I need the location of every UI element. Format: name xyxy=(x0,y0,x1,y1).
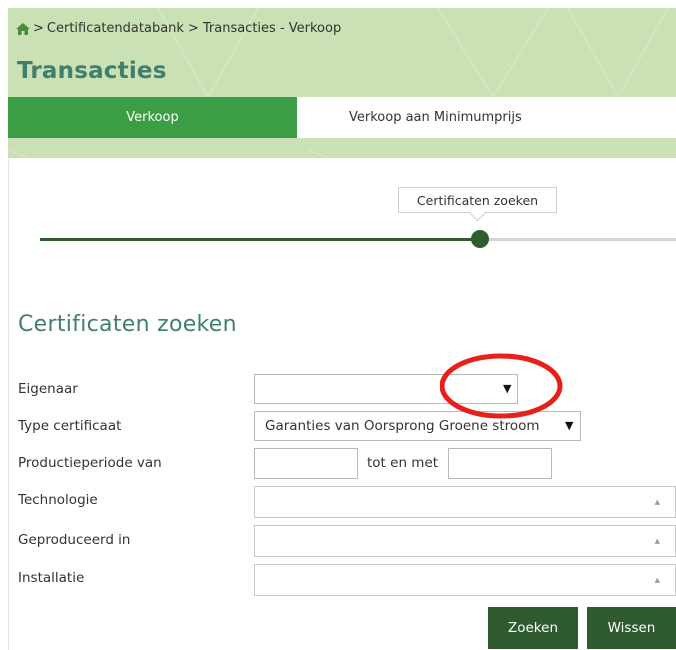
type-certificaat-value: Garanties van Oorsprong Groene stroom xyxy=(265,418,540,434)
section-title: Certificaten zoeken xyxy=(18,312,237,337)
geproduceerd-in-label: Geproduceerd in xyxy=(18,532,131,548)
caret-up-icon: ▲ xyxy=(654,498,660,506)
page-title: Transacties xyxy=(17,58,167,84)
breadcrumb-separator: > xyxy=(187,21,199,36)
content-border xyxy=(8,158,9,650)
geproduceerd-in-multiselect[interactable]: ▲ xyxy=(254,525,676,557)
tot-en-met-label: tot en met xyxy=(367,455,439,471)
tab-verkoop-aan-minimumprijs[interactable]: Verkoop aan Minimumprijs xyxy=(297,97,676,138)
type-certificaat-label: Type certificaat xyxy=(18,418,122,434)
breadcrumb-item-current: Transacties - Verkoop xyxy=(202,21,342,36)
caret-up-icon: ▲ xyxy=(654,576,660,584)
caret-up-icon: ▲ xyxy=(654,537,660,545)
productieperiode-label: Productieperiode van xyxy=(18,455,162,471)
tab-verkoop[interactable]: Verkoop xyxy=(8,97,297,138)
wissen-button[interactable]: Wissen xyxy=(587,607,676,649)
installatie-multiselect[interactable]: ▲ xyxy=(254,564,676,596)
technologie-multiselect[interactable]: ▲ xyxy=(254,486,676,518)
stepper-progress-completed xyxy=(40,238,480,241)
technologie-label: Technologie xyxy=(18,492,98,508)
productieperiode-tot-input[interactable] xyxy=(448,448,552,479)
breadcrumb: > Certificatendatabank > Transacties - V… xyxy=(16,21,341,36)
home-icon[interactable] xyxy=(16,22,30,35)
breadcrumb-item-certificatendatabank[interactable]: Certificatendatabank xyxy=(47,21,184,36)
step-label: Certificaten zoeken xyxy=(398,187,557,213)
dropdown-arrow-icon: ▼ xyxy=(565,419,574,432)
zoeken-button[interactable]: Zoeken xyxy=(488,607,578,649)
stepper-current-dot[interactable] xyxy=(471,230,489,248)
stepper-progress-remaining xyxy=(480,238,676,241)
eigenaar-label: Eigenaar xyxy=(18,381,78,397)
productieperiode-van-input[interactable] xyxy=(254,448,358,479)
installatie-label: Installatie xyxy=(18,570,85,586)
tab-bar: Verkoop Verkoop aan Minimumprijs xyxy=(8,97,676,138)
breadcrumb-separator: > xyxy=(33,21,44,36)
highlight-circle-annotation xyxy=(440,353,563,419)
